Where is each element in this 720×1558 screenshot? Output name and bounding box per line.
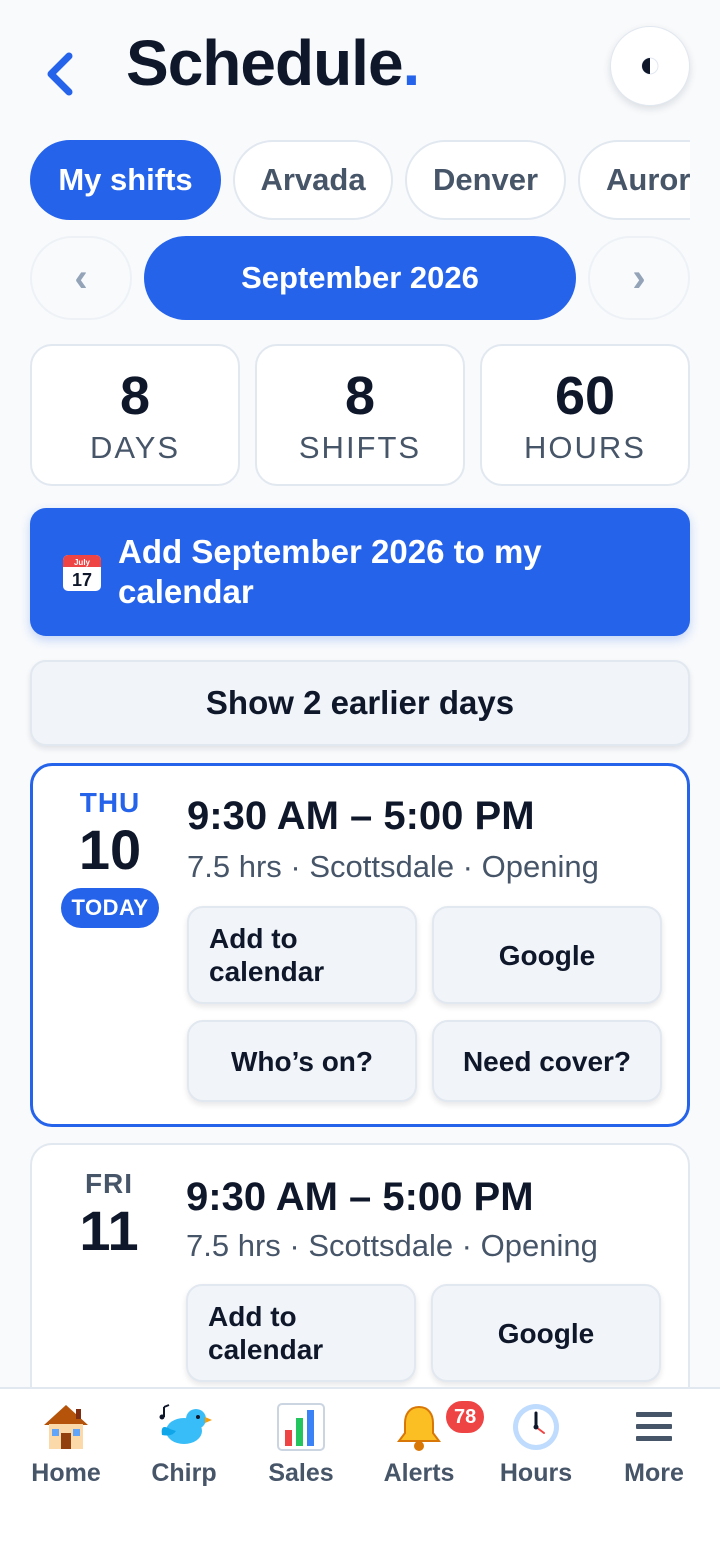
stat-value: 60 xyxy=(554,366,616,426)
chevron-left-icon xyxy=(47,52,73,96)
nav-label: More xyxy=(624,1459,684,1487)
stat-value: 8 xyxy=(344,366,376,426)
shift-time: 9:30 AM – 5:00 PM xyxy=(187,794,535,838)
nav-label: Alerts xyxy=(383,1459,455,1487)
chip-aurora[interactable]: Auror xyxy=(578,140,690,220)
add-to-calendar-button[interactable]: Add to calendar xyxy=(187,906,417,1004)
bar-chart-icon xyxy=(277,1403,325,1451)
nav-chirp[interactable]: Chirp xyxy=(125,1399,243,1499)
clock-icon xyxy=(513,1404,559,1450)
google-calendar-button[interactable]: Google xyxy=(432,906,662,1004)
nav-sales[interactable]: Sales xyxy=(242,1399,360,1499)
bottom-navigation: Home Chirp Sales 78 Alerts Hours More xyxy=(0,1387,720,1558)
month-label: September 2026 xyxy=(241,260,479,295)
calendar-icon: July 17 xyxy=(63,555,101,591)
current-month[interactable]: September 2026 xyxy=(144,236,576,320)
day-of-week: THU xyxy=(79,787,141,818)
shift-date: FRI 11 xyxy=(54,1169,164,1263)
chip-label: Arvada xyxy=(260,162,366,197)
calendar-icon-day: 17 xyxy=(72,570,92,590)
stat-days: 8 DAYS xyxy=(30,344,240,486)
stat-label: SHIFTS xyxy=(298,430,422,465)
page-title-dot: . xyxy=(402,27,421,99)
action-label: Need cover? xyxy=(462,1045,632,1077)
nav-label: Home xyxy=(31,1459,101,1487)
stat-hours: 60 HOURS xyxy=(480,344,690,486)
action-label: Google xyxy=(497,1317,595,1349)
prev-month-button[interactable]: ‹ xyxy=(30,236,132,320)
shift-details: 7.5 hrs · Scottsdale · Opening xyxy=(187,849,599,884)
whos-on-button[interactable]: Who’s on? xyxy=(187,1020,417,1102)
calendar-icon-month: July xyxy=(74,558,91,567)
shift-time: 9:30 AM – 5:00 PM xyxy=(186,1175,534,1219)
need-cover-button[interactable]: Need cover? xyxy=(432,1020,662,1102)
nav-home[interactable]: Home xyxy=(7,1399,125,1499)
chip-label: Auror xyxy=(606,162,690,197)
stat-label: HOURS xyxy=(524,430,646,465)
day-number: 10 xyxy=(78,818,142,881)
nav-label: Hours xyxy=(499,1459,573,1487)
header: Schedule. xyxy=(0,0,720,130)
shift-details: 7.5 hrs · Scottsdale · Opening xyxy=(186,1228,598,1263)
house-icon xyxy=(44,1405,88,1449)
chevron-left-icon: ‹ xyxy=(74,255,88,300)
nav-label: Chirp xyxy=(151,1459,217,1487)
action-label: Google xyxy=(498,939,596,971)
back-button[interactable] xyxy=(40,48,80,100)
today-badge: TODAY xyxy=(61,888,159,928)
add-month-to-calendar-button[interactable]: July 17 Add September 2026 to my calenda… xyxy=(30,508,690,636)
chip-my-shifts[interactable]: My shifts xyxy=(30,140,221,220)
google-calendar-button[interactable]: Google xyxy=(431,1284,661,1382)
bird-icon xyxy=(159,1404,212,1444)
day-of-week: FRI xyxy=(84,1168,134,1199)
page-title: Schedule. xyxy=(126,26,421,100)
page-title-text: Schedule xyxy=(126,27,404,99)
action-label: Who’s on? xyxy=(230,1045,374,1077)
month-navigation: ‹ September 2026 › xyxy=(30,236,690,322)
stat-shifts: 8 SHIFTS xyxy=(255,344,465,486)
chip-arvada[interactable]: Arvada xyxy=(233,140,393,220)
banner-label: Add September 2026 to my calendar xyxy=(118,533,542,610)
menu-icon xyxy=(636,1412,672,1441)
chip-label: My shifts xyxy=(58,162,193,197)
chevron-right-icon: › xyxy=(632,255,646,300)
chip-label: Denver xyxy=(432,162,539,197)
show-earlier-days-button[interactable]: Show 2 earlier days xyxy=(30,660,690,746)
location-filter: My shifts Arvada Denver Auror xyxy=(30,140,690,222)
stat-value: 8 xyxy=(119,366,151,426)
half-moon-icon xyxy=(641,57,659,75)
next-month-button[interactable]: › xyxy=(588,236,690,320)
theme-toggle-button[interactable] xyxy=(610,26,690,106)
nav-label: Sales xyxy=(268,1459,334,1487)
add-to-calendar-button[interactable]: Add to calendar xyxy=(186,1284,416,1382)
shift-date: THU 10 TODAY xyxy=(55,788,165,928)
day-number: 11 xyxy=(79,1199,139,1262)
shift-card: THU 10 TODAY 9:30 AM – 5:00 PM 7.5 hrs ·… xyxy=(30,763,690,1127)
nav-more[interactable]: More xyxy=(595,1399,713,1499)
stat-label: DAYS xyxy=(89,430,181,465)
action-label: Add to calendar xyxy=(209,923,325,987)
earlier-label: Show 2 earlier days xyxy=(205,684,515,721)
action-label: Add to calendar xyxy=(208,1301,324,1365)
bell-icon xyxy=(397,1405,441,1451)
nav-hours[interactable]: Hours xyxy=(477,1399,595,1499)
chip-denver[interactable]: Denver xyxy=(405,140,566,220)
nav-alerts[interactable]: 78 Alerts xyxy=(360,1399,487,1499)
